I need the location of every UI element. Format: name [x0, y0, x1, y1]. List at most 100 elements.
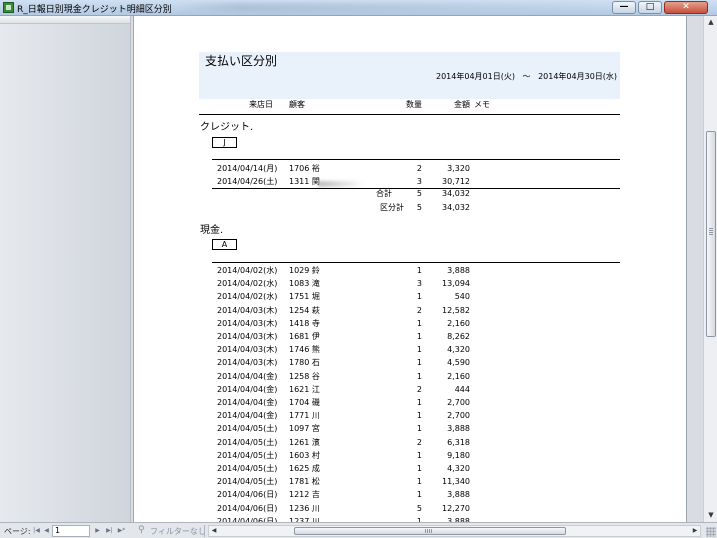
row-date: 2014/04/06(日)	[217, 504, 278, 513]
subtotal-qty: 5	[416, 203, 422, 212]
row-amount: 4,590	[447, 358, 470, 367]
row-customer: 1212 吉	[289, 490, 320, 499]
row-customer: 1781 松	[289, 477, 320, 486]
next-page-button[interactable]: ▶	[92, 525, 103, 536]
row-date: 2014/04/04(金)	[217, 398, 278, 407]
row-customer: 1704 磯	[289, 398, 320, 407]
last-page-button[interactable]: ▶|	[104, 525, 115, 536]
row-qty: 1	[416, 332, 422, 341]
row-qty: 2	[416, 164, 422, 173]
row-customer: 1603 村	[289, 451, 320, 460]
row-amount: 3,888	[447, 424, 470, 433]
row-date: 2014/04/05(土)	[217, 451, 278, 460]
row-qty: 1	[416, 451, 422, 460]
report-page: 支払い区分別 2014年04月01日(火) ～ 2014年04月30日(水) 来…	[133, 16, 687, 522]
row-date: 2014/04/02(水)	[217, 266, 278, 275]
close-button[interactable]: ✕	[664, 1, 708, 14]
row-amount: 3,320	[447, 164, 470, 173]
row-qty: 1	[416, 358, 422, 367]
window-title: R_日報日別現金クレジット明細区分別	[17, 5, 172, 15]
column-header-customer: 顧客	[289, 100, 305, 109]
row-amount: 12,270	[442, 504, 470, 513]
total-label: 合計	[376, 189, 392, 198]
group-code-credit: J	[212, 137, 237, 148]
period-start: 2014年04月01日(火)	[436, 72, 515, 81]
row-date: 2014/04/05(土)	[217, 464, 278, 473]
row-date: 2014/04/04(金)	[217, 372, 278, 381]
row-date: 2014/04/04(金)	[217, 411, 278, 420]
row-qty: 2	[416, 385, 422, 394]
row-date: 2014/04/14(月)	[217, 164, 278, 173]
filter-status-button[interactable]: フィルターなし	[150, 526, 206, 537]
row-qty: 1	[416, 411, 422, 420]
new-record-button[interactable]: ▶*	[116, 525, 127, 536]
minimize-button[interactable]: —	[612, 1, 636, 14]
vertical-scrollbar[interactable]: ▲ ▼	[703, 16, 717, 522]
total-amount: 34,032	[442, 189, 470, 198]
navigation-pane-header	[0, 16, 130, 24]
row-qty: 2	[416, 306, 422, 315]
row-qty: 1	[416, 398, 422, 407]
title-bar: R_日報日別現金クレジット明細区分別 — □ ✕	[0, 0, 717, 16]
row-amount: 11,340	[442, 477, 470, 486]
row-customer: 1254 萩	[289, 306, 320, 315]
page-label: ページ:	[4, 527, 31, 536]
row-amount: 2,160	[447, 372, 470, 381]
column-header-memo: メモ	[474, 100, 490, 109]
row-qty: 1	[416, 319, 422, 328]
scroll-down-icon[interactable]: ▼	[705, 509, 717, 522]
row-amount: 9,180	[447, 451, 470, 460]
row-amount: 12,582	[442, 306, 470, 315]
page-number-input[interactable]: 1	[52, 525, 90, 537]
row-amount: 2,160	[447, 319, 470, 328]
group-rule-credit	[212, 159, 620, 160]
row-qty: 1	[416, 372, 422, 381]
funnel-icon: ⚲	[138, 525, 145, 535]
row-qty: 1	[416, 464, 422, 473]
period-separator: ～	[522, 72, 531, 81]
row-date: 2014/04/02(水)	[217, 279, 278, 288]
row-customer: 1751 堀	[289, 292, 320, 301]
row-customer: 1097 宮	[289, 424, 320, 433]
row-customer: 1083 滝	[289, 279, 320, 288]
row-qty: 1	[416, 345, 422, 354]
row-date: 2014/04/03(木)	[217, 306, 278, 315]
period-end: 2014年04月30日(水)	[538, 72, 618, 81]
row-amount: 540	[454, 292, 470, 301]
row-date: 2014/04/05(土)	[217, 424, 278, 433]
row-amount: 30,712	[442, 177, 470, 186]
row-date: 2014/04/05(土)	[217, 438, 278, 447]
row-qty: 5	[416, 504, 422, 513]
scroll-left-icon[interactable]: ◀	[209, 526, 219, 536]
scroll-up-icon[interactable]: ▲	[705, 16, 717, 29]
close-icon: ✕	[682, 2, 690, 12]
row-customer: 1236 川	[289, 504, 320, 513]
row-date: 2014/04/02(水)	[217, 292, 278, 301]
navigation-pane	[0, 16, 131, 522]
scroll-right-icon[interactable]: ▶	[690, 526, 700, 536]
row-customer: 1780 石	[289, 358, 320, 367]
resize-grip-icon[interactable]	[706, 527, 716, 537]
group-name-cash: 現金.	[200, 225, 224, 236]
statusbar-divider	[204, 525, 205, 537]
maximize-button[interactable]: □	[638, 1, 662, 14]
row-amount: 13,094	[442, 279, 470, 288]
row-amount: 8,262	[447, 332, 470, 341]
row-amount: 4,320	[447, 345, 470, 354]
row-customer: 1418 寺	[289, 319, 320, 328]
row-customer: 1706 裕	[289, 164, 320, 173]
horizontal-scroll-thumb[interactable]	[294, 527, 566, 535]
scroll-grip-icon	[425, 529, 432, 533]
horizontal-scrollbar[interactable]: ◀ ▶	[208, 525, 701, 537]
row-qty: 2	[416, 438, 422, 447]
group-code-cash: A	[212, 239, 237, 250]
row-amount: 3,888	[447, 266, 470, 275]
previous-page-button[interactable]: ◀	[41, 525, 52, 536]
row-date: 2014/04/03(木)	[217, 345, 278, 354]
scroll-grip-icon	[709, 228, 713, 235]
redacted-title-area	[175, 3, 595, 12]
row-amount: 4,320	[447, 464, 470, 473]
row-customer: 1625 成	[289, 464, 320, 473]
vertical-scroll-thumb[interactable]	[706, 131, 716, 337]
row-qty: 1	[416, 266, 422, 275]
